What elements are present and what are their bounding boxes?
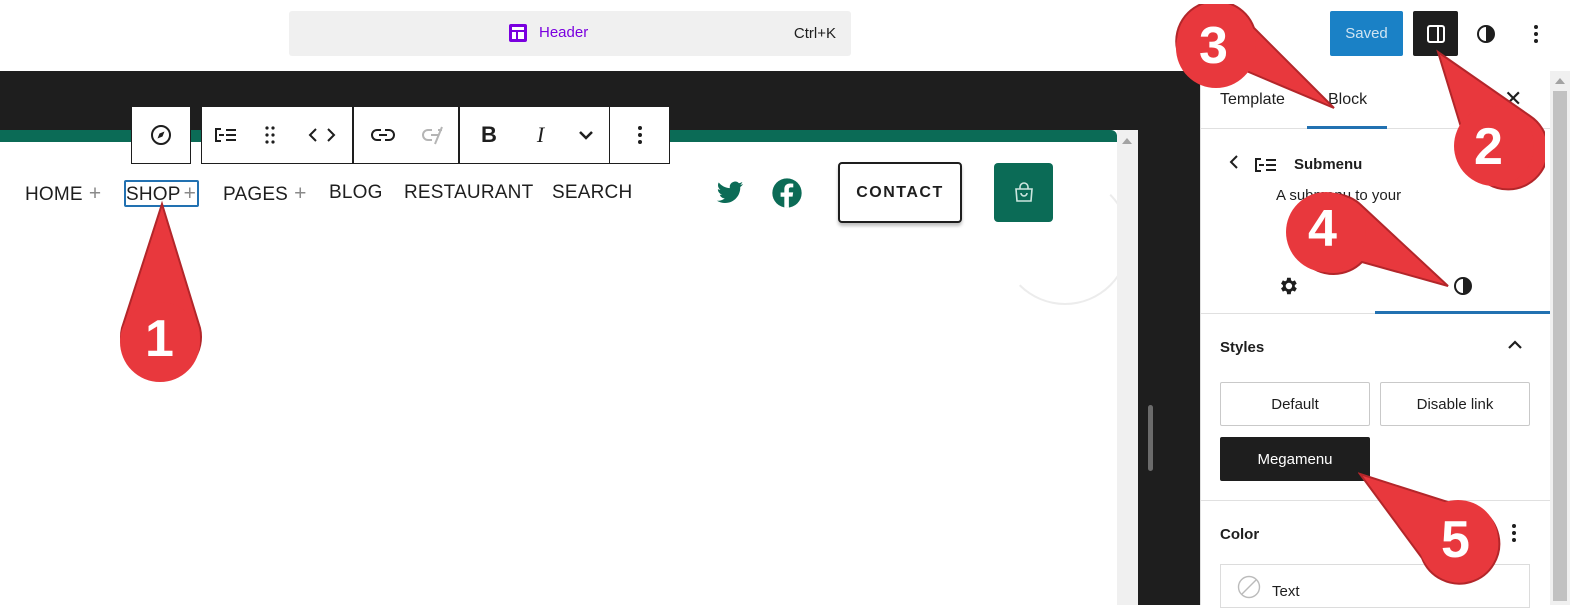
canvas-scrollbar[interactable] <box>1117 130 1138 605</box>
canvas-resize-handle[interactable] <box>1148 405 1153 471</box>
unlink-button[interactable] <box>412 107 457 163</box>
more-formats-button[interactable] <box>563 107 608 163</box>
block-toolbar-options-group <box>609 106 670 164</box>
annotation-number-3: 3 <box>1199 17 1228 75</box>
template-part-title: Header <box>539 24 589 41</box>
annotation-number-1: 1 <box>145 310 174 368</box>
half-circle-styles-icon <box>1454 276 1472 295</box>
nav-item-label: PAGES <box>223 184 289 205</box>
scroll-up-arrow-icon[interactable] <box>1122 138 1132 144</box>
nav-item-pages[interactable]: PAGES + <box>223 182 307 206</box>
more-options-icon[interactable] <box>1511 523 1517 543</box>
nav-item-search[interactable]: SEARCH <box>552 182 632 204</box>
compass-icon <box>151 125 171 145</box>
select-parent-button[interactable] <box>132 107 190 163</box>
block-toolbar-block-group <box>201 106 353 164</box>
command-palette-button[interactable]: Header Ctrl+K <box>289 11 851 56</box>
submenu-icon <box>1255 158 1276 172</box>
annotation-number-2: 2 <box>1474 118 1503 176</box>
unlink-icon <box>421 126 443 145</box>
block-type-button[interactable] <box>202 107 247 163</box>
layout-icon <box>509 24 527 42</box>
chevron-left-icon[interactable] <box>1228 153 1240 171</box>
styles-panel-heading[interactable]: Styles <box>1220 339 1264 356</box>
chevron-up-icon[interactable] <box>1507 339 1523 351</box>
nav-item-home[interactable]: HOME + <box>25 182 101 206</box>
active-tab-indicator <box>1375 311 1551 314</box>
more-options-icon <box>637 126 642 144</box>
chevron-down-icon <box>578 131 593 140</box>
shopping-bag-icon <box>1014 181 1033 202</box>
annotation-marker-3 <box>1175 4 1335 109</box>
block-toolbar-parent-group <box>131 106 191 164</box>
shortcut-hint: Ctrl+K <box>793 25 836 42</box>
cart-button[interactable] <box>994 163 1053 222</box>
add-submenu-icon[interactable]: + <box>89 182 101 205</box>
style-disable-link-button[interactable]: Disable link <box>1380 382 1530 426</box>
block-toolbar-link-group <box>353 106 459 164</box>
italic-button[interactable]: I <box>518 107 563 163</box>
link-button[interactable] <box>354 107 412 163</box>
drag-handle-button[interactable] <box>247 107 292 163</box>
block-options-button[interactable] <box>610 107 669 163</box>
bold-button[interactable]: B <box>460 107 518 163</box>
color-panel-heading: Color <box>1220 526 1260 543</box>
nav-item-label: HOME <box>25 184 83 205</box>
drag-handle-icon <box>264 126 275 144</box>
move-arrows-button[interactable] <box>292 107 352 163</box>
kebab-menu-icon <box>1533 24 1538 43</box>
sidebar-toggle-icon <box>1426 24 1445 43</box>
color-text-label: Text <box>1272 583 1300 600</box>
style-megamenu-button[interactable]: Megamenu <box>1220 437 1370 481</box>
link-icon <box>371 129 395 141</box>
nav-item-restaurant[interactable]: RESTAURANT <box>404 182 533 204</box>
code-arrows-icon <box>308 128 336 142</box>
style-default-button[interactable]: Default <box>1220 382 1370 426</box>
annotation-marker-5 <box>1358 472 1501 585</box>
nav-item-blog[interactable]: BLOG <box>329 182 383 204</box>
annotation-number-4: 4 <box>1308 200 1337 258</box>
facebook-icon[interactable] <box>771 177 803 209</box>
block-toolbar-format-group: B I <box>459 106 610 164</box>
active-tab-indicator <box>1307 126 1387 129</box>
annotation-number-5: 5 <box>1441 511 1470 569</box>
add-submenu-icon[interactable]: + <box>294 182 306 205</box>
sidebar-scrollbar[interactable] <box>1550 71 1570 605</box>
scrollbar-thumb[interactable] <box>1553 91 1567 601</box>
block-name: Submenu <box>1294 156 1363 173</box>
contact-button[interactable]: CONTACT <box>838 162 962 223</box>
submenu-icon <box>214 128 236 142</box>
scroll-up-arrow-icon[interactable] <box>1555 78 1565 84</box>
half-circle-styles-icon <box>1476 24 1495 43</box>
twitter-icon[interactable] <box>713 177 747 207</box>
empty-color-swatch-icon <box>1237 575 1261 599</box>
